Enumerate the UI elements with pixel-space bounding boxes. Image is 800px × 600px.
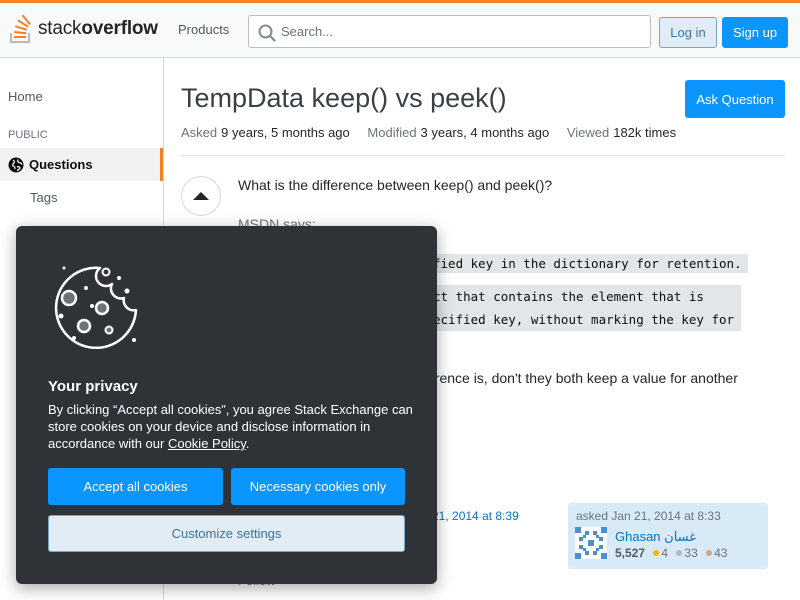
sidebar-item-tags[interactable]: Tags: [30, 190, 57, 205]
logo-text: stackoverflow: [38, 18, 158, 40]
edited-time-link[interactable]: 21, 2014 at 8:39: [432, 509, 519, 523]
sidebar-item-home[interactable]: Home: [8, 89, 43, 104]
silver-badge-icon: [676, 550, 683, 557]
silver-badge-count: 33: [684, 546, 698, 560]
modified-value[interactable]: 3 years, 4 months ago: [421, 125, 550, 140]
gold-badge-icon: [653, 550, 660, 557]
question-body-line: erence is, don't they both keep a value …: [427, 370, 738, 386]
globe-icon: [8, 157, 24, 172]
question-title[interactable]: TempData keep() vs peek(): [181, 83, 507, 114]
search-input[interactable]: [281, 17, 641, 46]
code-snippet: fied key in the dictionary for retention…: [427, 254, 748, 273]
asked-time[interactable]: asked Jan 21, 2014 at 8:33: [576, 509, 721, 523]
cookie-dialog-text: By clicking “Accept all cookies”, you ag…: [48, 401, 418, 452]
code-line: ct that contains the element that is: [433, 289, 704, 304]
upvote-arrow-icon: [193, 192, 209, 200]
cookie-policy-link[interactable]: Cookie Policy: [168, 436, 246, 451]
search-box[interactable]: [248, 15, 651, 48]
user-avatar[interactable]: [575, 527, 607, 559]
asked-label: Asked: [181, 125, 218, 140]
stack-logo-icon: [10, 14, 31, 43]
cookie-icon: [54, 266, 138, 350]
question-body-line: What is the difference between keep() an…: [238, 177, 553, 193]
code-line: ecified key, without marking the key for: [433, 312, 735, 327]
ask-question-button[interactable]: Ask Question: [685, 80, 785, 118]
question-meta: Asked 9 years, 5 months ago Modified 3 yea…: [181, 125, 690, 140]
search-icon: [258, 24, 276, 42]
sidebar-item-questions[interactable]: Questions: [0, 148, 163, 181]
accept-all-cookies-button[interactable]: Accept all cookies: [48, 468, 223, 505]
title-divider: [181, 155, 785, 156]
asker-card: asked Jan 21, 2014 at 8:33 Ghasan غسان 5…: [568, 503, 768, 569]
modified-label: Modified: [367, 125, 417, 140]
stackoverflow-logo[interactable]: stackoverflow: [8, 13, 158, 45]
login-button[interactable]: Log in: [659, 17, 717, 48]
customize-settings-button[interactable]: Customize settings: [48, 515, 405, 552]
logo-text-light: stack: [38, 18, 82, 39]
reputation-row: 5,527 4 33 43: [615, 546, 727, 560]
cookie-consent-dialog: Your privacy By clicking “Accept all coo…: [16, 226, 437, 584]
bronze-badge-count: 43: [714, 546, 728, 560]
user-name-link[interactable]: Ghasan غسان: [615, 529, 696, 545]
reputation-score: 5,527: [615, 546, 646, 560]
sidebar-item-label: Questions: [29, 157, 93, 172]
viewed-value: 182k times: [613, 125, 677, 140]
signup-button[interactable]: Sign up: [722, 17, 788, 48]
products-link[interactable]: Products: [178, 22, 229, 37]
cookie-dialog-title: Your privacy: [48, 378, 138, 395]
upvote-button[interactable]: [181, 176, 221, 216]
top-bar: stackoverflow Products Log in Sign up: [0, 0, 800, 58]
cookie-text-end: .: [245, 436, 250, 451]
sidebar-section-public: PUBLIC: [8, 129, 48, 141]
viewed-label: Viewed: [566, 125, 610, 140]
necessary-cookies-button[interactable]: Necessary cookies only: [231, 468, 405, 505]
logo-text-bold: overflow: [81, 18, 158, 39]
code-block: ct that contains the element that is eci…: [427, 285, 741, 331]
asked-value: 9 years, 5 months ago: [221, 125, 350, 140]
bronze-badge-icon: [706, 550, 713, 557]
gold-badge-count: 4: [661, 546, 669, 560]
